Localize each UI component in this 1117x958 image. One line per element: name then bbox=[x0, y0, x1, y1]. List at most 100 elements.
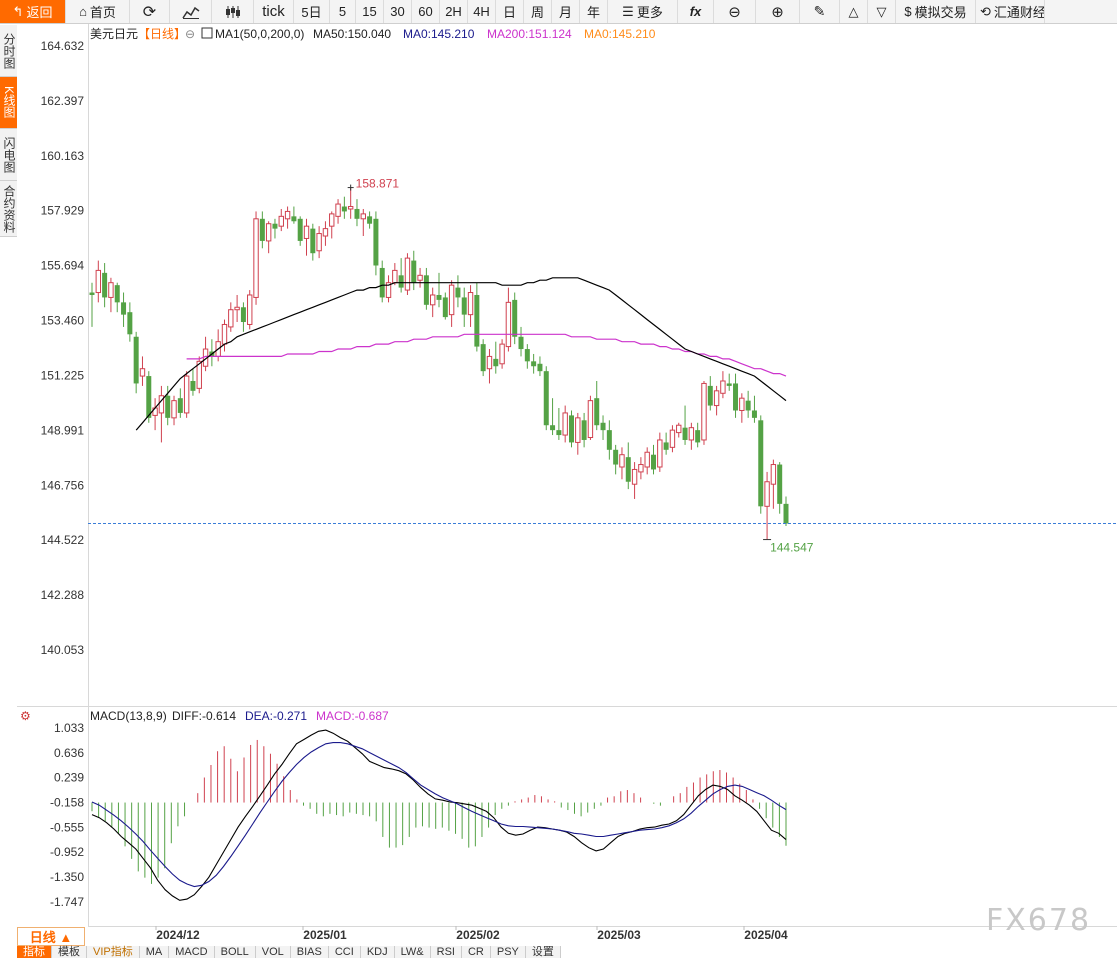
candle-body bbox=[783, 503, 789, 524]
more-button[interactable]: ☰ 更多 bbox=[608, 0, 678, 23]
candle-body bbox=[770, 464, 777, 485]
sim-trade-button[interactable]: $ 模拟交易 bbox=[896, 0, 976, 23]
tab-cr[interactable]: CR bbox=[461, 946, 491, 958]
settings-icon[interactable]: ⊖ bbox=[185, 27, 195, 41]
home-button[interactable]: ⌂ 首页 bbox=[66, 0, 130, 23]
zoom-in-button[interactable]: ⊕ bbox=[756, 0, 800, 23]
candle-body bbox=[316, 233, 322, 252]
tab-indicators[interactable]: 指标 bbox=[17, 946, 52, 958]
candle-body bbox=[448, 284, 455, 316]
macd-tick-label: -1.747 bbox=[50, 895, 84, 909]
candle-body bbox=[114, 285, 120, 303]
fx-button[interactable]: fx bbox=[678, 0, 714, 23]
draw-button[interactable]: ✎ bbox=[800, 0, 840, 23]
tab-lw[interactable]: LW& bbox=[394, 946, 431, 958]
price-tick-label: 142.288 bbox=[41, 588, 85, 602]
candle-body bbox=[581, 420, 587, 440]
candle-body bbox=[228, 309, 234, 328]
date-tick-label: 2024/12 bbox=[156, 928, 200, 942]
candle-body bbox=[474, 294, 480, 347]
tab-rsi[interactable]: RSI bbox=[430, 946, 462, 958]
watermark-logo: FX678 bbox=[986, 903, 1092, 938]
candle-body bbox=[707, 385, 713, 406]
candle-body bbox=[713, 390, 720, 407]
period-year[interactable]: 年 bbox=[580, 0, 608, 23]
period-week[interactable]: 周 bbox=[524, 0, 552, 23]
candle-body bbox=[619, 454, 625, 468]
period-5min[interactable]: 5 bbox=[330, 0, 356, 23]
candlestick-button[interactable] bbox=[212, 0, 254, 23]
macd-tick-label: -0.952 bbox=[50, 845, 84, 859]
tab-ma[interactable]: MA bbox=[139, 946, 170, 958]
period-15min[interactable]: 15 bbox=[356, 0, 384, 23]
zoom-out-button[interactable]: ⊖ bbox=[714, 0, 756, 23]
candle-body bbox=[606, 430, 612, 450]
tick-button[interactable]: tick bbox=[254, 0, 294, 23]
bottom-indicator-tabs: 指标 模板 VIP指标 MA MACD BOLL VOL BIAS CCI KD… bbox=[17, 946, 561, 958]
menu-icon: ☰ bbox=[622, 3, 634, 19]
tab-vip-indicators[interactable]: VIP指标 bbox=[87, 946, 140, 958]
up-arrow-button[interactable]: △ bbox=[840, 0, 868, 23]
candle-body bbox=[341, 206, 347, 212]
period-5day[interactable]: 5日 bbox=[294, 0, 330, 23]
candle-body bbox=[354, 208, 360, 219]
candle-body bbox=[284, 210, 291, 220]
triangle-down-icon: ▽ bbox=[876, 3, 887, 19]
tab-templates[interactable]: 模板 bbox=[52, 946, 87, 958]
candle-body bbox=[556, 430, 562, 436]
macd-dea-line bbox=[91, 742, 787, 888]
refresh-circle-icon: ⟲ bbox=[980, 3, 991, 19]
triangle-up-icon: △ bbox=[848, 3, 859, 19]
period-2h[interactable]: 2H bbox=[440, 0, 468, 23]
tab-boll[interactable]: BOLL bbox=[214, 946, 256, 958]
candle-body bbox=[247, 294, 253, 325]
period-selector-button[interactable]: 日线 ▲ bbox=[17, 927, 85, 946]
tab-settings[interactable]: 设置 bbox=[525, 946, 561, 958]
huitong-button[interactable]: ⟲ 汇通财经 bbox=[976, 0, 1045, 23]
kline-chart[interactable]: 164.632 162.397 160.163 157.929 155.694 153.4… bbox=[0, 24, 1117, 946]
period-day[interactable]: 日 bbox=[496, 0, 524, 23]
tab-kdj[interactable]: KDJ bbox=[360, 946, 395, 958]
candle-body bbox=[669, 429, 676, 448]
line-chart-button[interactable] bbox=[170, 0, 212, 23]
ma50-line bbox=[135, 277, 787, 431]
price-tick-label: 140.053 bbox=[41, 643, 85, 657]
period-60min[interactable]: 60 bbox=[412, 0, 440, 23]
candle-body bbox=[89, 292, 95, 295]
candles bbox=[89, 187, 789, 540]
candle-body bbox=[512, 299, 518, 337]
tab-bias[interactable]: BIAS bbox=[290, 946, 329, 958]
tab-vol[interactable]: VOL bbox=[255, 946, 291, 958]
candle-body bbox=[631, 468, 638, 485]
ma-set-label: MA1(50,0,200,0) bbox=[215, 27, 304, 41]
main-legend: 美元日元 【日线】 MA1(50,0,200,0) MA50:150.040 M… bbox=[90, 27, 656, 41]
macd-histogram bbox=[91, 739, 787, 884]
high-marker: 158.871 bbox=[347, 177, 399, 191]
tab-cci[interactable]: CCI bbox=[328, 946, 361, 958]
candle-body bbox=[651, 454, 657, 470]
indicator-toggle-icon[interactable] bbox=[201, 27, 213, 39]
tab-psy[interactable]: PSY bbox=[490, 946, 526, 958]
down-arrow-button[interactable]: ▽ bbox=[868, 0, 896, 23]
price-tick-label: 155.694 bbox=[41, 259, 85, 273]
candle-body bbox=[613, 449, 619, 465]
date-tick-label: 2025/01 bbox=[303, 928, 347, 942]
candle-body bbox=[379, 267, 385, 298]
refresh-button[interactable]: ⟳ bbox=[130, 0, 170, 23]
candle-body bbox=[373, 218, 379, 266]
back-button[interactable]: ↰ 返回 bbox=[0, 0, 66, 23]
candle-body bbox=[404, 257, 411, 291]
candle-body bbox=[253, 218, 259, 298]
period-30min[interactable]: 30 bbox=[384, 0, 412, 23]
date-axis-labels: 2024/12 2025/01 2025/02 2025/03 2025/04 bbox=[155, 926, 788, 942]
date-tick-label: 2025/04 bbox=[744, 928, 788, 942]
tab-macd[interactable]: MACD bbox=[169, 946, 215, 958]
candle-body bbox=[543, 371, 549, 426]
macd-settings-icon[interactable]: ⚙ bbox=[20, 709, 31, 723]
period-month[interactable]: 月 bbox=[552, 0, 580, 23]
candle-body bbox=[423, 275, 429, 305]
zoom-out-icon: ⊖ bbox=[728, 3, 741, 21]
period-4h[interactable]: 4H bbox=[468, 0, 496, 23]
macd-diff-line bbox=[91, 729, 787, 901]
candle-body bbox=[291, 216, 297, 222]
